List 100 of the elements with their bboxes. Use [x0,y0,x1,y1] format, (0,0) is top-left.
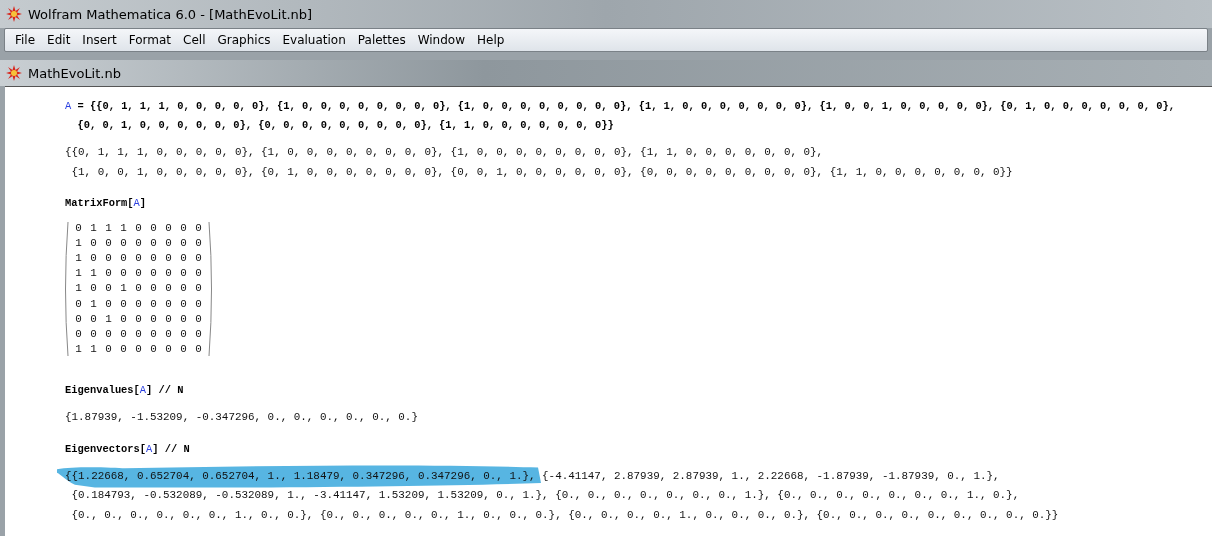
matrix-entry: 0 [134,341,143,357]
matrix-entry: 0 [134,221,143,236]
menu-item[interactable]: File [9,33,42,47]
matrix-entry: 0 [179,251,188,267]
matrix-entry: 1 [74,266,83,282]
matrix-entry: 0 [194,341,203,357]
matrix-entry: 0 [104,266,113,282]
matrix-entry: 0 [89,251,98,267]
menu-item[interactable]: Cell [177,33,212,47]
matrix-entry: 1 [74,251,83,267]
star-logo-icon [6,65,22,81]
matrix-entry: 0 [134,326,143,342]
output-text: {1.87939, -1.53209, -0.347296, 0., 0., 0., 0., 0., 0.} [65,410,418,425]
matrix-entry: 0 [194,296,203,312]
matrix-entry: 0 [179,281,188,297]
input-code: A = {{0, 1, 1, 1, 0, 0, 0, 0, 0}, {1, 0, 0, 0, 0, 0, 0, 0, 0}, {1, 0, 0, 0, 0, 0, 0, 0, 0}, {1, 1, 0, 0, 0, 0, 0, 0, 0}, {1, 0, 0, 1, 0, 0, 0, 0, 0}, {0, 1, 0, 0, 0, 0, 0, 0, 0}, [65,99,1176,114]
matrix-entry: 0 [149,341,158,357]
matrix-entry: 0 [119,326,128,342]
matrix-entry: 0 [164,251,173,267]
matrix-entry: 0 [164,236,173,252]
matrix-entry: 0 [104,236,113,252]
output-text: {1, 0, 0, 1, 0, 0, 0, 0, 0}, {0, 1, 0, 0, 0, 0, 0, 0, 0}, {0, 0, 1, 0, 0, 0, 0, 0, 0}, {0, 0, 0, 0, 0, 0, 0, 0, 0}, {1, 1, 0, 0, 0, 0, 0, 0, 0}} [70,164,1013,180]
matrix-entry: 0 [119,341,128,357]
matrix-entry: 0 [179,311,188,327]
matrix-entry: 0 [134,236,143,252]
matrix-entry: 0 [194,281,203,297]
matrix-entry: 0 [89,236,98,252]
matrix-entry: 0 [149,221,158,236]
matrix-entry: 0 [164,311,173,327]
menu-item[interactable]: Help [470,33,511,47]
matrix-entry: 1 [74,341,83,357]
menu-item[interactable]: Graphics [211,33,277,47]
matrix-entry: 0 [179,296,188,312]
matrix-entry: 0 [134,266,143,282]
output-text: {{0, 1, 1, 1, 0, 0, 0, 0, 0}, {1, 0, 0, 0, 0, 0, 0, 0, 0}, {1, 0, 0, 0, 0, 0, 0, 0, 0}, {1, 1, 0, 0, 0, 0, 0, 0, 0}, [65,145,824,160]
matrix-entry: 0 [194,221,203,236]
matrix-entry: 0 [194,251,203,267]
matrix-entry: 0 [179,236,188,252]
matrix-entry: 0 [89,311,98,327]
input-code: Eigenvalues[A] // N [65,383,185,398]
matrix-entry: 0 [104,296,113,312]
matrix-entry: 1 [89,341,98,357]
menu-item[interactable]: Evaluation [276,33,352,47]
matrix-entry: 0 [119,311,128,327]
matrix-entry: 0 [194,266,203,282]
matrix-entry: 0 [104,251,113,267]
matrix-entry: 0 [74,326,83,342]
star-logo-icon [6,6,22,22]
matrix-entry: 0 [194,236,203,252]
input-code: MatrixForm[A] [65,196,148,211]
matrix-entry: 0 [164,296,173,312]
menu-item[interactable]: Palettes [351,33,412,47]
matrix-entry: 0 [179,266,188,282]
matrix-entry: 0 [89,326,98,342]
matrix-entry: 0 [119,266,128,282]
menu-item[interactable]: Insert [76,33,123,47]
matrix-entry: 0 [179,341,188,357]
matrix-entry: 1 [89,266,98,282]
matrix-entry: 0 [149,236,158,252]
matrix-entry: 0 [194,311,203,327]
matrix-entry: 0 [89,281,98,297]
matrix-entry: 0 [104,326,113,342]
matrix-entry: 1 [74,281,83,297]
matrix-entry: 0 [194,326,203,342]
matrix-entry: 0 [164,326,173,342]
matrix-entry: 0 [104,341,113,357]
matrix-entry: 1 [119,221,128,236]
matrix-entry: 0 [149,296,158,312]
output-text: {{1.22668, 0.652704, 0.652704, 1., 1.18479, 0.347296, 0.347296, 0., 1.}, {-4.41147, 2.87939, 2.87939, 1., 2.22668, -1.87939, -1.87939, 0., 1.}, [65,468,1000,484]
matrix-entry: 0 [134,311,143,327]
matrix-entry: 1 [104,311,113,327]
matrix-entry: 0 [179,221,188,236]
input-code: {0, 0, 1, 0, 0, 0, 0, 0, 0}, {0, 0, 0, 0, 0, 0, 0, 0, 0}, {1, 1, 0, 0, 0, 0, 0, 0, 0}} [76,118,615,133]
matrix-entry: 0 [179,326,188,342]
matrix-entry: 0 [149,281,158,297]
matrix-entry: 0 [119,251,128,267]
matrix-entry: 0 [149,326,158,342]
matrix-entry: 0 [164,281,173,297]
menu-item[interactable]: Edit [41,33,77,47]
matrix-entry: 0 [149,311,158,327]
matrix-entry: 0 [74,221,83,236]
matrix-entry: 0 [149,266,158,282]
output-text: {0.184793, -0.532089, -0.532089, 1., -3.41147, 1.53209, 1.53209, 0., 1.}, {0., 0., 0., 0., 0., 0., 0., 1.}, {0., 0., 0., 0., 0., 0., 0., 1., 0.}, [70,488,1020,503]
input-code: Eigenvectors[A] // N [65,441,191,457]
matrix-entry: 0 [74,311,83,327]
matrix-entry: 0 [149,251,158,267]
menu-item[interactable]: Window [411,33,471,47]
matrix-entry: 0 [134,251,143,267]
matrix-entry: 0 [164,221,173,236]
matrix-entry: 0 [134,281,143,297]
matrix-entry: 0 [164,341,173,357]
matrix-entry: 0 [164,266,173,282]
document-title: MathEvoLit.nb [28,65,121,81]
output-text: {0., 0., 0., 0., 0., 0., 1., 0., 0.}, {0., 0., 0., 0., 0., 1., 0., 0., 0.}, {0., 0., 0., 0., 1., 0., 0., 0., 0.}, {0., 0., 0., 0., 0., 0., 0., 0., 0.}} [70,507,1059,523]
matrix-entry: 1 [89,296,98,312]
matrix-entry: 1 [74,236,83,252]
matrix-entry: 0 [104,281,113,297]
matrix-entry: 1 [119,281,128,297]
menu-item[interactable]: Format [122,33,178,47]
matrix-entry: 0 [119,236,128,252]
